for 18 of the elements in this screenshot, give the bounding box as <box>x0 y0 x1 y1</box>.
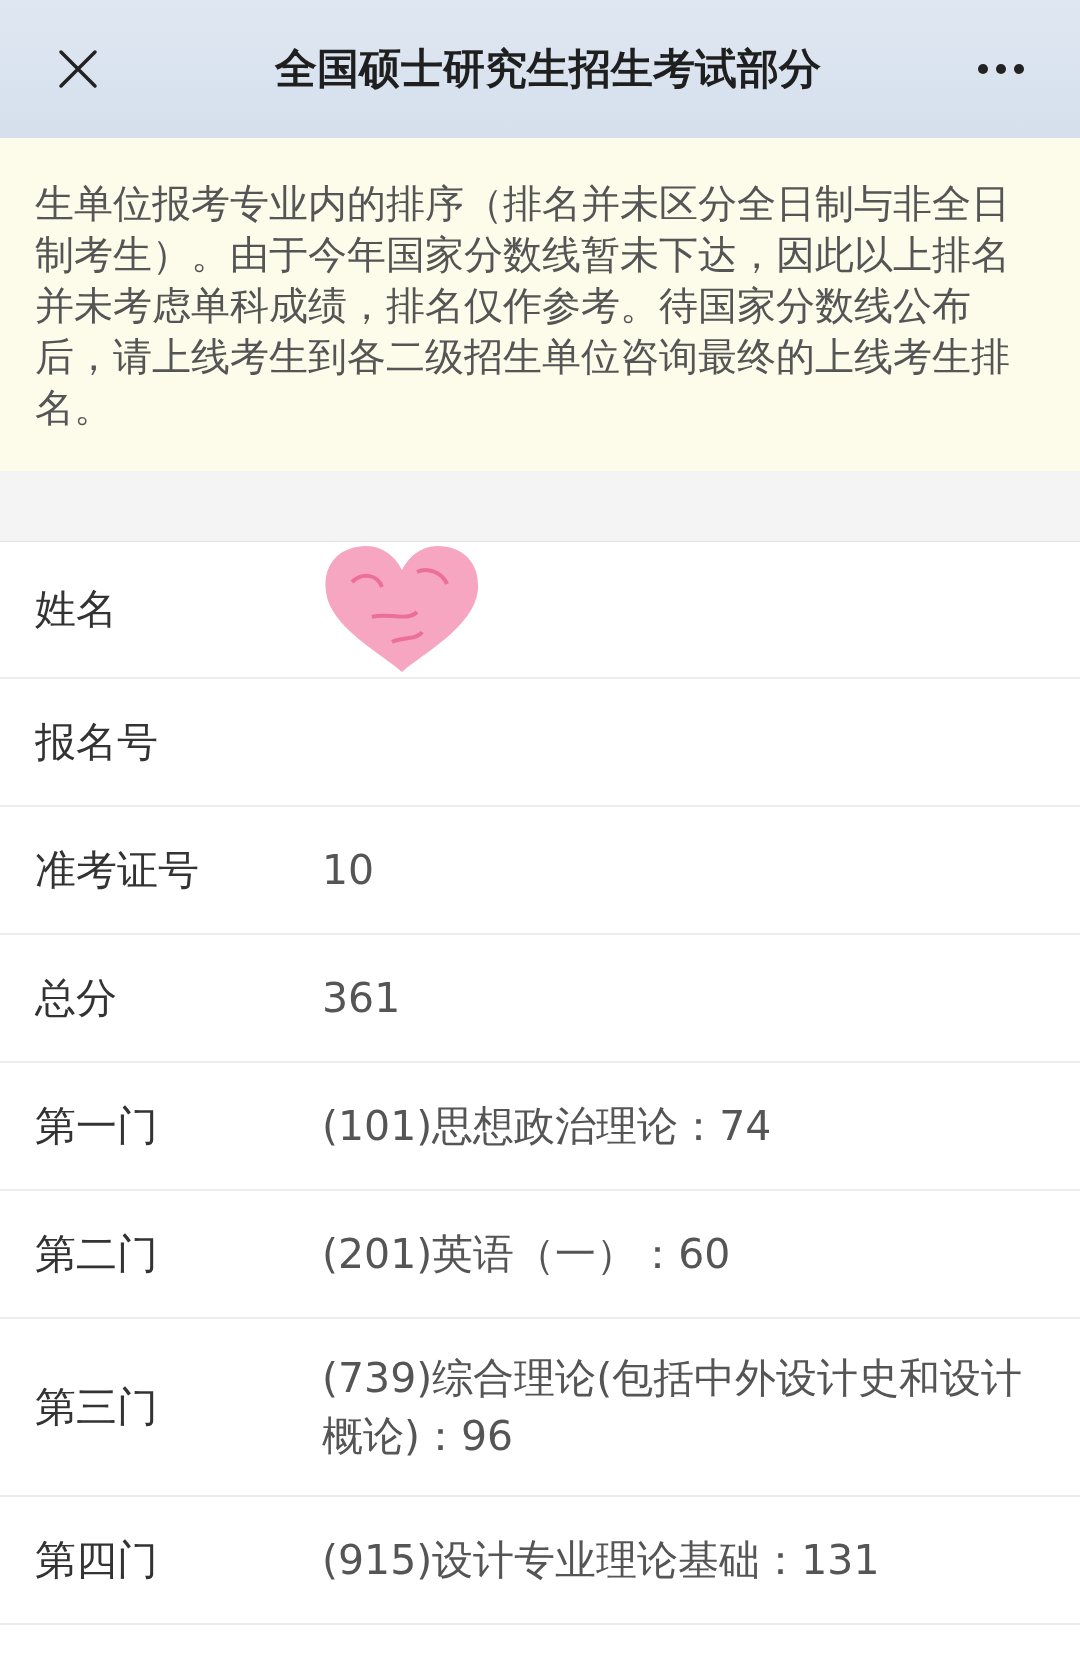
field-value: (915)设计专业理论基础：131 <box>322 1535 880 1586</box>
field-label: 报名号 <box>35 716 159 768</box>
field-value: 361 <box>322 973 401 1024</box>
field-value: (101)思想政治理论：74 <box>322 1101 772 1152</box>
field-label: 第四门 <box>35 1534 159 1586</box>
field-value: (201)英语（一）：60 <box>322 1229 731 1280</box>
field-label: 准考证号 <box>35 844 200 896</box>
field-label: 第三门 <box>35 1381 159 1433</box>
field-value: (739)综合理论(包括中外设计史和设计概论)：96 <box>322 1353 1024 1462</box>
close-icon[interactable] <box>58 49 98 89</box>
field-label: 第一门 <box>35 1100 159 1152</box>
page-title: 全国硕士研究生招生考试部分 <box>273 43 822 95</box>
field-value: 10 <box>322 845 375 896</box>
more-icon[interactable] <box>977 63 1025 75</box>
field-label: 第二门 <box>35 1228 159 1280</box>
notice-text: 生单位报考专业内的排序（排名并未区分全日制与非全日制考生）。由于今年国家分数线暂未下达，因此以上排名并未考虑单科成绩，排名仅作参考。待国家分数线公布后，请上线考生到各二级招生单位咨询最终的上线考生排名。 <box>35 180 1011 432</box>
field-label: 姓名 <box>35 584 118 635</box>
field-label: 总分 <box>35 972 118 1024</box>
